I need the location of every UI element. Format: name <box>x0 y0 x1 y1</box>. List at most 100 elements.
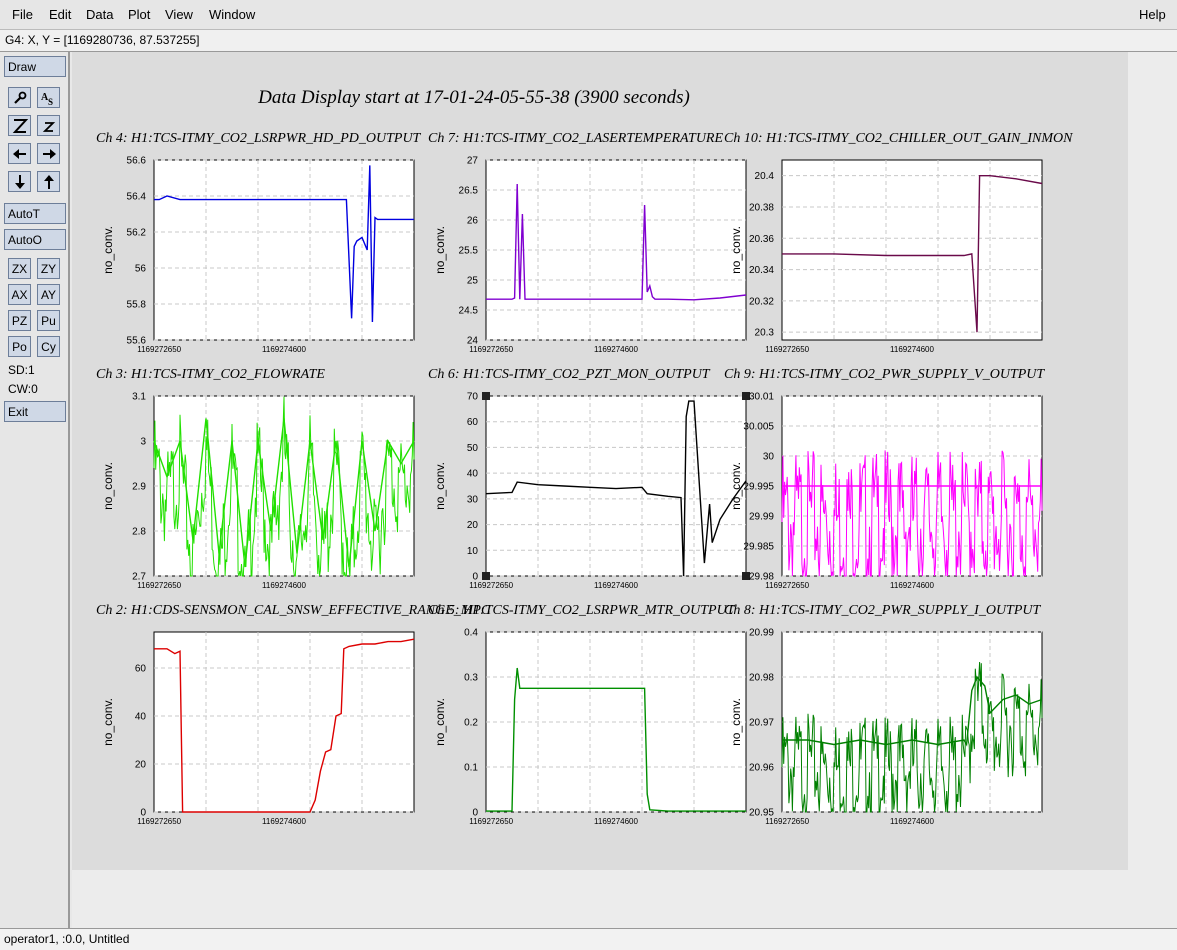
x-tick-label: 1169274600 <box>262 817 306 826</box>
chart-panel-9[interactable]: Ch 8: H1:TCS-ITMY_CO2_PWR_SUPPLY_I_OUTPU… <box>724 603 1043 826</box>
chart-panel-2[interactable]: Ch 7: H1:TCS-ITMY_CO2_LASERTEMPERATURE 27… <box>428 131 747 354</box>
y-axis-label: no_conv. <box>433 226 447 274</box>
y-tick-label: 24.5 <box>459 306 479 317</box>
chart-panel-6[interactable]: Ch 9: H1:TCS-ITMY_CO2_PWR_SUPPLY_V_OUTPU… <box>724 367 1045 590</box>
menu-window[interactable]: Window <box>209 7 255 22</box>
y-tick-label: 20.34 <box>749 265 774 276</box>
sd-label: SD:1 <box>8 363 35 377</box>
chart-panel-3[interactable]: Ch 10: H1:TCS-ITMY_CO2_CHILLER_OUT_GAIN_… <box>724 131 1073 354</box>
zy-button[interactable]: ZY <box>37 258 60 279</box>
plot-frame[interactable] <box>781 159 1043 341</box>
canvas-area: Data Display start at 17-01-24-05-55-38 … <box>72 52 1177 928</box>
y-tick-label: 20.32 <box>749 296 774 307</box>
x-tick-label: 1169274600 <box>594 581 638 590</box>
chart-title: Ch 3: H1:TCS-ITMY_CO2_FLOWRATE <box>96 367 325 382</box>
y-tick-label: 26 <box>467 216 479 227</box>
po-button[interactable]: Po <box>8 336 31 357</box>
cw-label: CW:0 <box>8 382 38 396</box>
x-tick-label: 1169272650 <box>469 817 513 826</box>
text-icon[interactable]: AS <box>37 87 60 108</box>
x-tick-label: 1169274600 <box>594 345 638 354</box>
chart-panel-7[interactable]: Ch 2: H1:CDS-SENSMON_CAL_SNSW_EFFECTIVE_… <box>96 603 491 826</box>
plot-frame[interactable] <box>485 395 747 577</box>
x-tick-label: 1169272650 <box>137 345 181 354</box>
x-tick-label: 1169274600 <box>890 345 934 354</box>
chart-title: Ch 9: H1:TCS-ITMY_CO2_PWR_SUPPLY_V_OUTPU… <box>724 367 1045 382</box>
cy-button[interactable]: Cy <box>37 336 60 357</box>
selection-handle[interactable] <box>482 572 490 580</box>
y-axis-label: no_conv. <box>101 698 115 746</box>
zx-button[interactable]: ZX <box>8 258 31 279</box>
ax-button[interactable]: AX <box>8 284 31 305</box>
y-tick-label: 50 <box>467 443 479 454</box>
draw-button[interactable]: Draw <box>4 56 66 77</box>
y-tick-label: 56.2 <box>127 228 147 239</box>
plot-canvas[interactable]: Data Display start at 17-01-24-05-55-38 … <box>72 52 1128 870</box>
arrow-right-icon[interactable] <box>37 143 60 164</box>
y-tick-label: 27 <box>467 156 479 167</box>
y-tick-label: 60 <box>467 417 479 428</box>
chart-panel-1[interactable]: Ch 4: H1:TCS-ITMY_CO2_LSRPWR_HD_PD_OUTPU… <box>96 131 422 354</box>
y-tick-label: 29.995 <box>743 482 774 493</box>
zoom-in-icon[interactable] <box>8 115 31 136</box>
exit-button[interactable]: Exit <box>4 401 66 422</box>
arrow-down-icon[interactable] <box>8 171 31 192</box>
y-tick-label: 20.36 <box>749 234 774 245</box>
menu-data[interactable]: Data <box>86 7 113 22</box>
x-tick-label: 1169272650 <box>137 817 181 826</box>
y-tick-label: 30.01 <box>749 392 774 403</box>
plot-frame[interactable] <box>153 631 415 813</box>
y-tick-label: 20 <box>467 520 479 531</box>
chart-title: Ch 8: H1:TCS-ITMY_CO2_PWR_SUPPLY_I_OUTPU… <box>724 603 1042 618</box>
x-tick-label: 1169272650 <box>469 581 513 590</box>
y-tick-label: 3 <box>140 437 146 448</box>
x-tick-label: 1169272650 <box>765 345 809 354</box>
zoom-out-icon[interactable] <box>37 115 60 136</box>
y-tick-label: 2.9 <box>132 482 146 493</box>
ay-button[interactable]: AY <box>37 284 60 305</box>
y-axis-label: no_conv. <box>101 226 115 274</box>
y-tick-label: 40 <box>467 469 479 480</box>
menu-edit[interactable]: Edit <box>49 7 71 22</box>
y-tick-label: 0.2 <box>464 718 478 729</box>
pu-button[interactable]: Pu <box>37 310 60 331</box>
y-axis-label: no_conv. <box>729 226 743 274</box>
menu-file[interactable]: File <box>12 7 33 22</box>
autot-button[interactable]: AutoT <box>4 203 66 224</box>
chart-panel-4[interactable]: Ch 3: H1:TCS-ITMY_CO2_FLOWRATE 3.1 3 2.9 2.8… <box>96 367 415 590</box>
plot-frame[interactable] <box>153 159 415 341</box>
x-tick-label: 1169272650 <box>137 581 181 590</box>
x-tick-label: 1169274600 <box>262 581 306 590</box>
arrow-left-icon[interactable] <box>8 143 31 164</box>
x-tick-label: 1169272650 <box>469 345 513 354</box>
menu-view[interactable]: View <box>165 7 193 22</box>
pz-button[interactable]: PZ <box>8 310 31 331</box>
chart-panel-8[interactable]: Ch 5: H1:TCS-ITMY_CO2_LSRPWR_MTR_OUTPUT 0… <box>428 603 747 826</box>
y-tick-label: 30.005 <box>743 422 774 433</box>
y-tick-label: 3.1 <box>132 392 146 403</box>
svg-text:S: S <box>48 97 53 106</box>
y-tick-label: 20.3 <box>755 328 775 339</box>
y-tick-label: 20 <box>135 760 147 771</box>
menu-plot[interactable]: Plot <box>128 7 150 22</box>
arrow-up-icon[interactable] <box>37 171 60 192</box>
x-tick-label: 1169272650 <box>765 817 809 826</box>
toolbox-panel: Draw AS AutoT AutoO ZX ZY AX AY PZ Pu Po… <box>0 52 70 928</box>
chart-panel-5[interactable]: Ch 6: H1:TCS-ITMY_CO2_PZT_MON_OUTPUT 70 60… <box>428 367 750 590</box>
y-axis-label: no_conv. <box>433 698 447 746</box>
coordinate-readout: G4: X, Y = [1169280736, 87.537255] <box>0 30 1177 52</box>
menu-help[interactable]: Help <box>1139 7 1166 22</box>
y-tick-label: 40 <box>135 712 147 723</box>
y-tick-label: 2.8 <box>132 527 146 538</box>
y-tick-label: 20.4 <box>755 171 775 182</box>
y-tick-label: 30 <box>467 494 479 505</box>
y-tick-label: 26.5 <box>459 186 479 197</box>
chart-title: Ch 7: H1:TCS-ITMY_CO2_LASERTEMPERATURE <box>428 131 723 146</box>
y-tick-label: 20.38 <box>749 202 774 213</box>
magnify-icon[interactable] <box>8 87 31 108</box>
y-tick-label: 25 <box>467 276 479 287</box>
selection-handle[interactable] <box>482 392 490 400</box>
autoo-button[interactable]: AutoO <box>4 229 66 250</box>
plot-grid[interactable]: Data Display start at 17-01-24-05-55-38 … <box>72 52 1128 870</box>
y-axis-label: no_conv. <box>433 462 447 510</box>
